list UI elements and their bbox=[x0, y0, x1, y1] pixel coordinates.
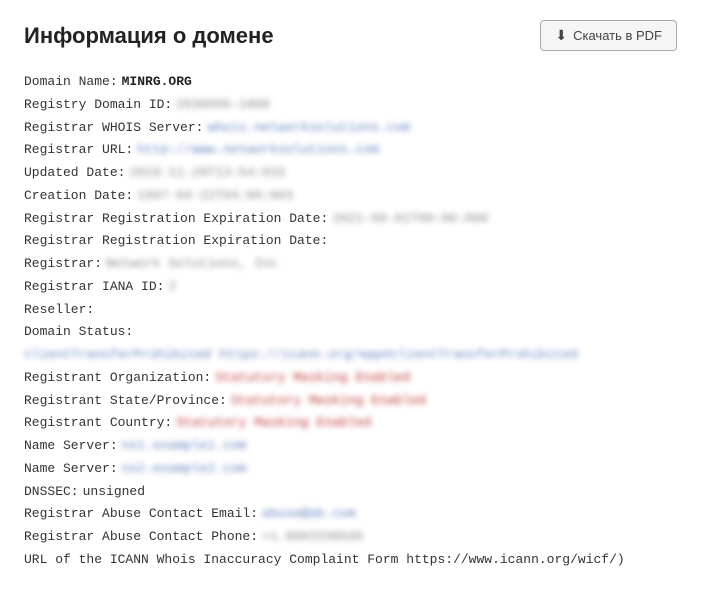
registrant-country-row: Registrant Country: Statutory Masking En… bbox=[24, 412, 677, 435]
reseller-label: Reseller: bbox=[24, 299, 94, 322]
registry-id-value: 2038096-1808 bbox=[176, 94, 270, 117]
updated-date-label: Updated Date: bbox=[24, 162, 125, 185]
registrant-state-label: Registrant State/Province: bbox=[24, 390, 227, 413]
domain-status-label: Domain Status: bbox=[24, 321, 133, 344]
name-server2-value: ns2.example2.com bbox=[122, 458, 247, 481]
abuse-phone-label: Registrar Abuse Contact Phone: bbox=[24, 526, 258, 549]
registrar-value: Network Solutions, Inc bbox=[106, 253, 278, 276]
registrant-country-label: Registrant Country: bbox=[24, 412, 172, 435]
abuse-email-value: abuse@ab.com bbox=[262, 503, 356, 526]
registrant-state-value: Statutory Masking Enabled bbox=[231, 390, 426, 413]
registrar-url-value: http://www.networksolutions.com bbox=[137, 139, 379, 162]
download-button-label: Скачать в PDF bbox=[573, 28, 662, 43]
name-server1-value: ns1.example1.com bbox=[122, 435, 247, 458]
whois-info-block: Domain Name: MINRG.ORG Registry Domain I… bbox=[24, 71, 677, 572]
page-header: Информация о домене ⬇ Скачать в PDF bbox=[24, 20, 677, 51]
dnssec-value: unsigned bbox=[83, 481, 145, 504]
iana-id-value: 2 bbox=[168, 276, 176, 299]
expiration-date-row1: Registrar Registration Expiration Date: … bbox=[24, 208, 677, 231]
domain-name-row: Domain Name: MINRG.ORG bbox=[24, 71, 677, 94]
name-server1-row: Name Server: ns1.example1.com bbox=[24, 435, 677, 458]
updated-date-row: Updated Date: 2019-11-20T13:54:033 bbox=[24, 162, 677, 185]
registrar-row: Registrar: Network Solutions, Inc bbox=[24, 253, 677, 276]
iana-id-row: Registrar IANA ID: 2 bbox=[24, 276, 677, 299]
abuse-email-row: Registrar Abuse Contact Email: abuse@ab.… bbox=[24, 503, 677, 526]
iana-id-label: Registrar IANA ID: bbox=[24, 276, 164, 299]
icann-url-label: URL of the ICANN Whois Inaccuracy Compla… bbox=[24, 549, 625, 572]
name-server2-label: Name Server: bbox=[24, 458, 118, 481]
creation-date-value: 1997-04-22T04:00:003 bbox=[137, 185, 293, 208]
registrar-whois-value: whois.networksolutions.com bbox=[207, 117, 410, 140]
registrar-url-row: Registrar URL: http://www.networksolutio… bbox=[24, 139, 677, 162]
expiration-date-row2: Registrar Registration Expiration Date: bbox=[24, 230, 677, 253]
expiration-date-label2: Registrar Registration Expiration Date: bbox=[24, 230, 328, 253]
page-title: Информация о домене bbox=[24, 23, 274, 49]
registrar-whois-label: Registrar WHOIS Server: bbox=[24, 117, 203, 140]
name-server1-label: Name Server: bbox=[24, 435, 118, 458]
name-server2-row: Name Server: ns2.example2.com bbox=[24, 458, 677, 481]
domain-status-value: clientTransferProhibited https://icann.o… bbox=[24, 344, 578, 367]
domain-name-value: MINRG.ORG bbox=[122, 71, 192, 94]
registrant-state-row: Registrant State/Province: Statutory Mas… bbox=[24, 390, 677, 413]
abuse-phone-row: Registrar Abuse Contact Phone: +1.800333… bbox=[24, 526, 677, 549]
registrant-country-value: Statutory Masking Enabled bbox=[176, 412, 371, 435]
expiration-date-label1: Registrar Registration Expiration Date: bbox=[24, 208, 328, 231]
dnssec-label: DNSSEC: bbox=[24, 481, 79, 504]
registrar-url-label: Registrar URL: bbox=[24, 139, 133, 162]
updated-date-value: 2019-11-20T13:54:033 bbox=[129, 162, 285, 185]
dnssec-row: DNSSEC: unsigned bbox=[24, 481, 677, 504]
registrant-org-value: Statutory Masking Enabled bbox=[215, 367, 410, 390]
creation-date-label: Creation Date: bbox=[24, 185, 133, 208]
registrar-label: Registrar: bbox=[24, 253, 102, 276]
registrant-org-row: Registrant Organization: Statutory Maski… bbox=[24, 367, 677, 390]
domain-name-label: Domain Name: bbox=[24, 71, 118, 94]
abuse-email-label: Registrar Abuse Contact Email: bbox=[24, 503, 258, 526]
download-pdf-button[interactable]: ⬇ Скачать в PDF bbox=[540, 20, 677, 51]
registrar-whois-row: Registrar WHOIS Server: whois.networksol… bbox=[24, 117, 677, 140]
reseller-row: Reseller: bbox=[24, 299, 677, 322]
registry-id-label: Registry Domain ID: bbox=[24, 94, 172, 117]
abuse-phone-value: +1.8003338595 bbox=[262, 526, 363, 549]
download-icon: ⬇ bbox=[555, 27, 567, 44]
registrant-org-label: Registrant Organization: bbox=[24, 367, 211, 390]
creation-date-row: Creation Date: 1997-04-22T04:00:003 bbox=[24, 185, 677, 208]
registry-id-row: Registry Domain ID: 2038096-1808 bbox=[24, 94, 677, 117]
icann-url-row: URL of the ICANN Whois Inaccuracy Compla… bbox=[24, 549, 677, 572]
expiration-date-value1: 2021-09-01T00:00:000 bbox=[332, 208, 488, 231]
domain-status-row: Domain Status: clientTransferProhibited … bbox=[24, 321, 677, 367]
